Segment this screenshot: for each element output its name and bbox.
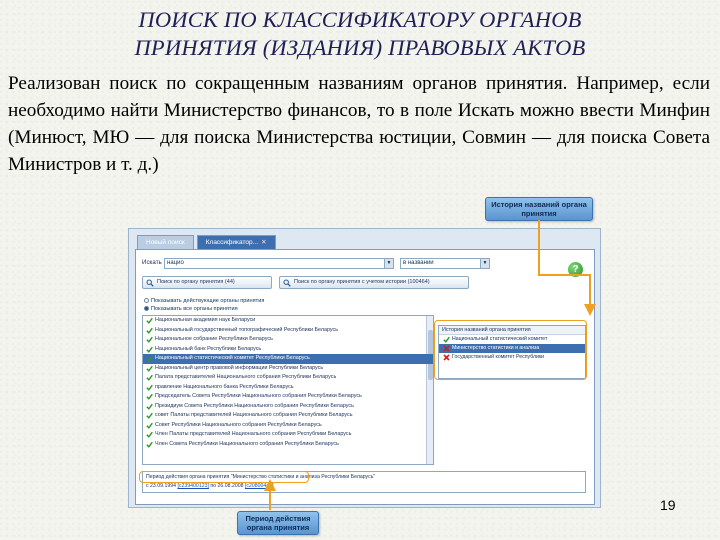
list-item[interactable]: совет Палаты представителей Национальног…: [143, 411, 433, 421]
radio-button[interactable]: [144, 298, 149, 303]
list-item-label: Совет Республики Национального собрания …: [155, 421, 322, 428]
tab-classifier[interactable]: Классификатор... ✕: [196, 235, 276, 249]
check-icon: [146, 431, 153, 438]
list-item[interactable]: Национальный банк Республики Беларусь: [143, 345, 433, 355]
search-input[interactable]: нацио ▼: [164, 258, 394, 269]
close-tab-icon[interactable]: ✕: [261, 239, 266, 246]
search-label: Искать: [142, 259, 162, 266]
list-item[interactable]: Национальный государственный топографиче…: [143, 326, 433, 336]
page-number: 19: [660, 497, 676, 513]
search-mode-value: в названии: [403, 260, 434, 266]
check-icon: [146, 355, 153, 362]
list-item[interactable]: Национальная академия наук Беларуси: [143, 316, 433, 326]
tab-classifier-label: Классификатор...: [205, 239, 259, 246]
check-icon: [146, 374, 153, 381]
list-item-label: Председатель Совета Республики Националь…: [155, 393, 362, 399]
radio-show-active[interactable]: Показывать действующие органы принятия: [144, 297, 264, 305]
list-item-label: Национальный банк Республики Беларусь: [155, 345, 262, 352]
slide-title: ПОИСК ПО КЛАССИФИКАТОРУ ОРГАНОВ ПРИНЯТИЯ…: [0, 6, 720, 62]
list-item[interactable]: Совет Республики Национального собрания …: [143, 421, 433, 431]
check-icon: [146, 365, 153, 372]
list-item-label: Национальная академия наук Беларуси: [155, 317, 256, 323]
search-by-organ-button[interactable]: Поиск по органу принятия (44): [142, 276, 272, 289]
period-highlight: [139, 471, 309, 483]
period-to-date: 26.08.2008: [217, 483, 244, 489]
list-item[interactable]: Палата представителей Национального собр…: [143, 373, 433, 383]
list-item-label: Национальный статистический комитет Респ…: [155, 355, 310, 361]
list-item[interactable]: правление Национального банка Республики…: [143, 383, 433, 393]
period-values: с 23.09.1994 [с239400123] по 26.08.2008 …: [146, 482, 582, 491]
organ-list[interactable]: Национальная академия наук Беларуси Нацио…: [142, 315, 434, 465]
radio-label: Показывать все органы принятия: [151, 306, 238, 312]
search-by-history-label: Поиск по органу принятия с учетом истори…: [294, 279, 430, 285]
radio-label: Показывать действующие органы принятия: [151, 298, 265, 304]
chevron-down-icon[interactable]: ▼: [384, 259, 393, 268]
period-to-label: по: [210, 483, 217, 489]
radio-group: Показывать действующие органы принятия П…: [144, 297, 264, 313]
check-icon: [146, 384, 153, 391]
list-item-label: Национальный центр правовой информации Р…: [155, 364, 324, 371]
check-icon: [146, 441, 153, 448]
list-item-label: Член Палаты представителей Национального…: [155, 431, 352, 437]
list-item[interactable]: Председатель Совета Республики Националь…: [143, 392, 433, 402]
period-to-link[interactable]: [с20800446]: [245, 483, 274, 489]
list-item[interactable]: Президиум Совета Республики Национальног…: [143, 402, 433, 412]
help-icon[interactable]: ?: [568, 262, 583, 277]
tab-new-search[interactable]: Новый поиск: [137, 235, 194, 249]
radio-show-all[interactable]: Показывать все органы принятия: [144, 305, 264, 313]
list-item[interactable]: Национальный статистический комитет Респ…: [143, 354, 433, 364]
history-highlight: [434, 320, 587, 380]
period-from-date: 23.09.1994: [150, 483, 177, 489]
tab-bar: Новый поиск Классификатор... ✕: [137, 235, 279, 249]
search-by-history-button[interactable]: Поиск по органу принятия с учетом истори…: [279, 276, 469, 289]
history-callout: История названий органа принятия: [485, 197, 593, 221]
tab-new-search-label: Новый поиск: [146, 239, 185, 246]
search-icon: [146, 279, 154, 287]
app-screenshot: Новый поиск Классификатор... ✕ Искать нац…: [128, 228, 601, 508]
check-icon: [146, 422, 153, 429]
list-item-label: Национальное собрание Республики Беларус…: [155, 336, 273, 342]
period-callout: Период действия органа принятия: [237, 511, 319, 535]
check-icon: [146, 403, 153, 410]
slide-title-line1: ПОИСК ПО КЛАССИФИКАТОРУ ОРГАНОВ: [138, 7, 582, 32]
list-item-label: Президиум Совета Республики Национальног…: [155, 402, 354, 409]
list-item-label: Член Совета Республики Национального соб…: [155, 440, 339, 447]
search-by-organ-label: Поиск по органу принятия (44): [157, 279, 235, 285]
list-item-label: правление Национального банка Республики…: [155, 383, 294, 390]
period-from-link[interactable]: [с239400123]: [177, 483, 208, 489]
search-input-value: нацио: [167, 260, 184, 266]
chevron-down-icon[interactable]: ▼: [480, 259, 489, 268]
radio-button[interactable]: [144, 306, 149, 311]
list-item-label: Национальный государственный топографиче…: [155, 326, 339, 333]
search-mode-select[interactable]: в названии ▼: [400, 258, 490, 269]
check-icon: [146, 327, 153, 334]
check-icon: [146, 336, 153, 343]
check-icon: [146, 412, 153, 419]
list-item[interactable]: Член Палаты представителей Национального…: [143, 430, 433, 440]
list-item-label: Палата представителей Национального собр…: [155, 374, 337, 380]
list-item[interactable]: Национальный центр правовой информации Р…: [143, 364, 433, 374]
list-item[interactable]: Национальное собрание Республики Беларус…: [143, 335, 433, 345]
list-item[interactable]: Член Совета Республики Национального соб…: [143, 440, 433, 450]
slide-title-line2: ПРИНЯТИЯ (ИЗДАНИЯ) ПРАВОВЫХ АКТОВ: [134, 35, 586, 60]
search-icon: [283, 279, 291, 287]
slide-body-text: Реализован поиск по сокращенным названия…: [8, 73, 710, 175]
check-icon: [146, 346, 153, 353]
check-icon: [146, 317, 153, 324]
check-icon: [146, 393, 153, 400]
period-prefix: с: [146, 483, 149, 489]
list-item-label: совет Палаты представителей Национальног…: [155, 412, 353, 418]
